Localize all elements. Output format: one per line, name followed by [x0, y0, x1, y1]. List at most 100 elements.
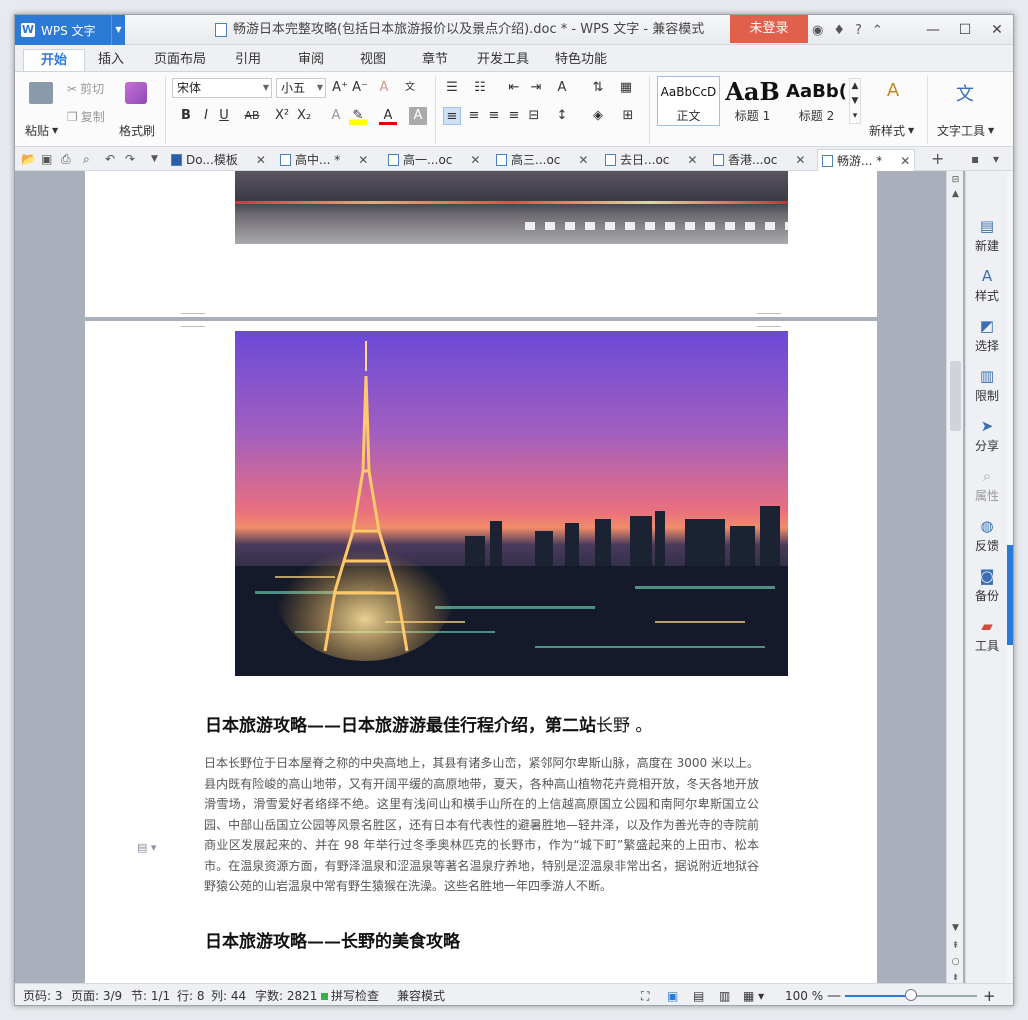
- align-right-icon[interactable]: ≡: [485, 107, 503, 125]
- web-view-icon[interactable]: ▥: [719, 984, 730, 1005]
- copy-button[interactable]: ❐ 复制: [67, 108, 105, 125]
- tab-developer[interactable]: 开发工具: [473, 49, 533, 71]
- redo-icon[interactable]: ↷: [125, 149, 135, 169]
- doc-tab[interactable]: 高一...oc ✕: [388, 149, 480, 171]
- doc-tab[interactable]: 高三...oc ✕: [496, 149, 588, 171]
- zoom-in-icon[interactable]: +: [983, 984, 996, 1005]
- doc-tab[interactable]: 香港...oc ✕: [713, 149, 805, 171]
- superscript-icon[interactable]: X²: [273, 107, 291, 125]
- tab-menu-icon[interactable]: ▾: [993, 149, 999, 169]
- grow-font-icon[interactable]: A⁺: [331, 79, 349, 97]
- close-tab-icon[interactable]: ✕: [358, 149, 368, 171]
- next-page-icon[interactable]: ⇟: [947, 973, 964, 983]
- zoom-out-icon[interactable]: —: [827, 984, 841, 1005]
- scroll-down-icon[interactable]: ▼: [947, 923, 964, 933]
- new-style-button[interactable]: 新样式 ▼: [869, 122, 914, 139]
- open-folder-icon[interactable]: 📂: [21, 149, 36, 169]
- outline-view-icon[interactable]: ▤: [693, 984, 704, 1005]
- doc-tab[interactable]: 去日...oc ✕: [605, 149, 697, 171]
- zoom-slider[interactable]: [845, 989, 977, 1001]
- highlight-icon[interactable]: ✎: [349, 107, 367, 125]
- text-direction-icon[interactable]: A: [553, 79, 571, 97]
- scroll-up-icon[interactable]: ▲: [947, 189, 964, 199]
- taskpane-tools[interactable]: ▰ 工具: [966, 617, 1008, 654]
- style-normal[interactable]: AaBbCcD 正文: [657, 76, 720, 126]
- line-spacing-icon[interactable]: ↕: [553, 107, 571, 125]
- print-preview-icon[interactable]: ⌕: [83, 149, 90, 169]
- table-grid-icon[interactable]: ▦: [617, 79, 635, 97]
- zoom-knob[interactable]: [905, 989, 917, 1001]
- subscript-icon[interactable]: X₂: [295, 107, 313, 125]
- text-effect-icon[interactable]: A: [327, 107, 345, 125]
- close-tab-icon[interactable]: ✕: [687, 149, 697, 171]
- pinyin-icon[interactable]: 文: [401, 79, 419, 97]
- taskpane-share[interactable]: ➤ 分享: [966, 417, 1008, 454]
- pane-toggle-handle[interactable]: [1007, 545, 1013, 645]
- doc-tab-active[interactable]: 畅游... * ✕: [817, 149, 916, 172]
- collapse-ribbon-icon[interactable]: ⌃: [872, 23, 883, 38]
- tab-page-layout[interactable]: 页面布局: [150, 49, 210, 71]
- strikethrough-icon[interactable]: AB: [243, 107, 261, 125]
- taskpane-feedback[interactable]: ◍ 反馈: [966, 517, 1008, 554]
- split-view-icon[interactable]: ⊟: [947, 175, 964, 185]
- quick-access-dropdown-icon[interactable]: ▼: [151, 149, 158, 169]
- font-name-combo[interactable]: 宋体 ▼: [172, 78, 272, 98]
- taskpane-backup[interactable]: ◙ 备份: [966, 567, 1008, 604]
- taskpane-restrict[interactable]: ▥ 限制: [966, 367, 1008, 404]
- save-icon[interactable]: ▣: [41, 149, 52, 169]
- font-size-combo[interactable]: 小五 ▼: [276, 78, 326, 98]
- scroll-thumb[interactable]: [950, 361, 961, 431]
- shading-icon[interactable]: ◈: [589, 107, 607, 125]
- vertical-scrollbar[interactable]: ⊟ ▲ ▼ ⇞ ○ ⇟: [946, 171, 963, 983]
- distribute-icon[interactable]: ⊟: [525, 107, 543, 125]
- skin-icon[interactable]: ◉: [812, 23, 823, 38]
- borders-icon[interactable]: ⊞: [619, 107, 637, 125]
- tab-home[interactable]: 开始: [23, 49, 85, 71]
- fullscreen-icon[interactable]: ⛶: [641, 984, 649, 1005]
- help-icon[interactable]: ?: [855, 23, 862, 38]
- style-heading2[interactable]: AaBb( 标题 2: [785, 76, 848, 126]
- tab-review[interactable]: 审阅: [293, 49, 329, 71]
- wps-app-menu-button[interactable]: W WPS 文字 ▼: [15, 15, 125, 45]
- tab-chapter[interactable]: 章节: [417, 49, 453, 71]
- paragraph-handle-icon[interactable]: ▤ ▾: [137, 841, 156, 854]
- bullet-list-icon[interactable]: ☰: [443, 79, 461, 97]
- close-tab-icon[interactable]: ✕: [256, 149, 266, 171]
- doc-tab[interactable]: Do...模板 ✕: [171, 149, 266, 171]
- taskpane-new[interactable]: ▤ 新建: [966, 217, 1008, 254]
- increase-indent-icon[interactable]: ⇥: [527, 79, 545, 97]
- taskpane-select[interactable]: ◩ 选择: [966, 317, 1008, 354]
- bold-icon[interactable]: B: [177, 107, 195, 125]
- sort-icon[interactable]: ⇅: [589, 79, 607, 97]
- login-button[interactable]: 未登录: [730, 15, 808, 43]
- new-tab-icon[interactable]: +: [931, 149, 944, 169]
- prev-page-icon[interactable]: ⇞: [947, 941, 964, 951]
- align-left-icon[interactable]: ≡: [443, 107, 461, 125]
- align-center-icon[interactable]: ≡: [465, 107, 483, 125]
- font-color-icon[interactable]: A: [379, 107, 397, 125]
- tab-references[interactable]: 引用: [230, 49, 266, 71]
- zoom-level[interactable]: 100 %: [785, 984, 823, 1005]
- minimize-icon[interactable]: —: [917, 15, 949, 45]
- chevron-down-icon[interactable]: ▼: [111, 15, 125, 45]
- underline-icon[interactable]: U: [215, 107, 233, 125]
- char-shading-icon[interactable]: A: [409, 107, 427, 125]
- maximize-icon[interactable]: ☐: [949, 15, 981, 45]
- document-canvas[interactable]: 日本旅游攻略——日本旅游游最佳行程介绍，第二站长野 。 日本长野位于日本屋脊之称…: [15, 171, 965, 983]
- taskpane-style[interactable]: A 样式: [966, 267, 1008, 304]
- undo-icon[interactable]: ↶: [105, 149, 115, 169]
- page-view-icon[interactable]: ▣: [667, 984, 678, 1005]
- tab-features[interactable]: 特色功能: [551, 49, 611, 71]
- close-icon[interactable]: ✕: [981, 15, 1013, 45]
- body-paragraph[interactable]: 日本长野位于日本屋脊之称的中央高地上，其县有诸多山峦，紧邻阿尔卑斯山脉，高度在 …: [204, 753, 759, 897]
- close-tab-icon[interactable]: ✕: [795, 149, 805, 171]
- format-painter-button[interactable]: 格式刷: [119, 122, 155, 139]
- shrink-font-icon[interactable]: A⁻: [351, 79, 369, 97]
- close-tab-icon[interactable]: ✕: [900, 150, 910, 172]
- tab-list-icon[interactable]: ▪: [971, 149, 979, 169]
- status-word-count[interactable]: 字数: 2821: [255, 984, 317, 1005]
- italic-icon[interactable]: I: [197, 107, 215, 125]
- style-heading1[interactable]: AaB 标题 1: [721, 76, 784, 126]
- clear-format-icon[interactable]: A: [375, 79, 393, 97]
- shirt-icon[interactable]: ♦: [833, 23, 845, 38]
